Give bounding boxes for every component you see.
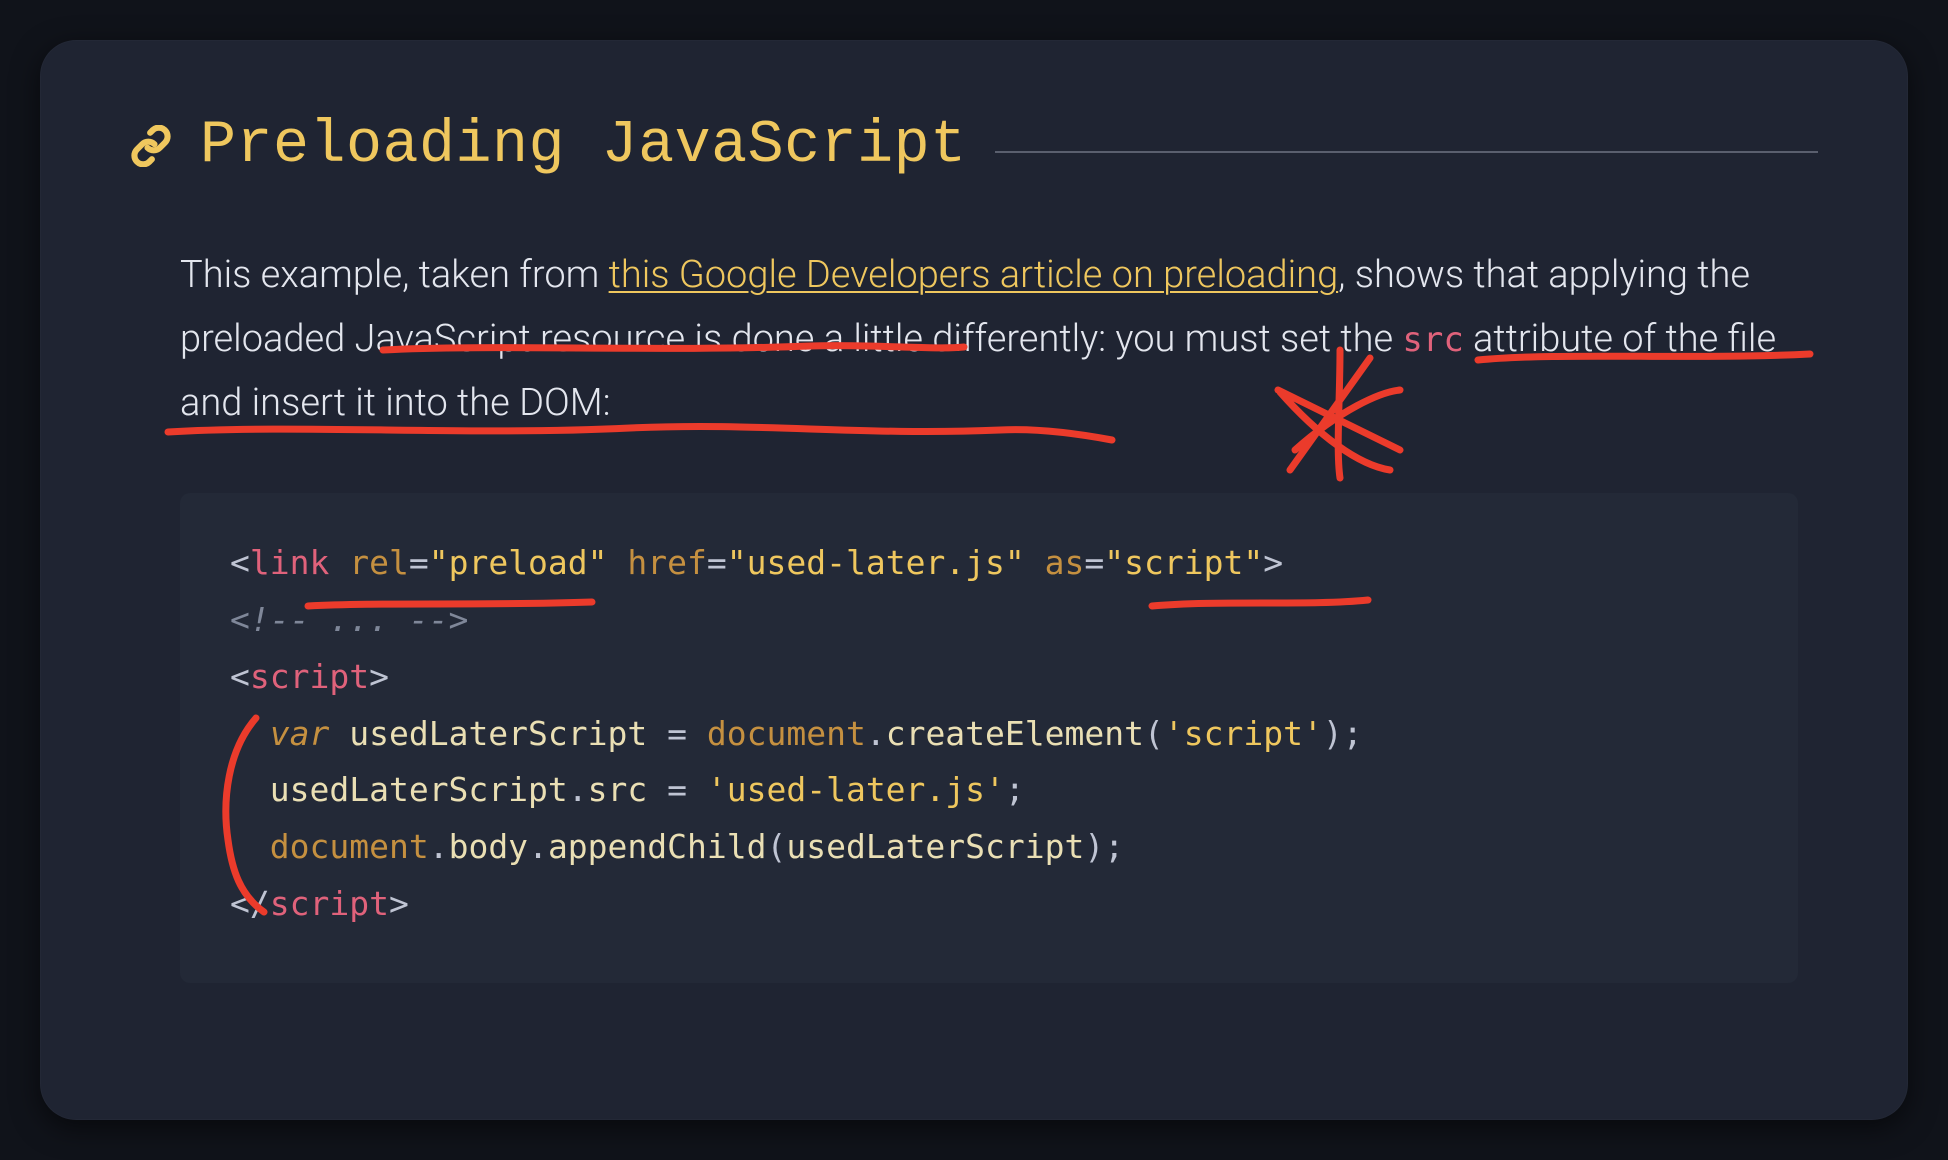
punct: = (1084, 543, 1104, 582)
indent (230, 827, 270, 866)
fn-appendChild: appendChild (548, 827, 767, 866)
space (687, 770, 707, 809)
obj-document: document (707, 714, 866, 753)
punct: ; (1005, 770, 1025, 809)
space (1025, 543, 1045, 582)
val-preload: "preload" (429, 543, 608, 582)
val-href: "used-later.js" (727, 543, 1025, 582)
section-title: Preloading JavaScript (200, 112, 967, 180)
heading-rule (995, 151, 1818, 153)
punct: ( (1144, 714, 1164, 753)
punct: . (528, 827, 548, 866)
section-body: This example, taken from this Google Dev… (180, 244, 1798, 983)
tag-link: link (250, 543, 329, 582)
prop-body: body (449, 827, 528, 866)
punct: > (389, 884, 409, 923)
kw-var: var (270, 714, 330, 753)
space (608, 543, 628, 582)
punct: . (866, 714, 886, 753)
space (329, 543, 349, 582)
obj-document: document (270, 827, 429, 866)
punct: < (230, 543, 250, 582)
space (687, 714, 707, 753)
space (647, 770, 667, 809)
space (647, 714, 667, 753)
punct: ) (1084, 827, 1104, 866)
tag-script-open: script (250, 657, 369, 696)
google-developers-link[interactable]: this Google Developers article on preloa… (609, 253, 1339, 297)
punct: = (707, 543, 727, 582)
link-icon[interactable] (130, 125, 172, 167)
fn-createElement: createElement (886, 714, 1144, 753)
attr-rel: rel (349, 543, 409, 582)
punct: ; (1343, 714, 1363, 753)
article-card: Preloading JavaScript This example, take… (40, 40, 1908, 1120)
punct: > (369, 657, 389, 696)
ident: usedLaterScript (270, 770, 568, 809)
space (329, 714, 349, 753)
code-block: <link rel="preload" href="used-later.js"… (180, 493, 1798, 982)
indent (230, 714, 270, 753)
page: Preloading JavaScript This example, take… (0, 0, 1948, 1160)
val-script: "script" (1104, 543, 1263, 582)
punct: = (409, 543, 429, 582)
indent (230, 770, 270, 809)
tag-script-close: script (270, 884, 389, 923)
punct: . (568, 770, 588, 809)
ident: usedLaterScript (349, 714, 647, 753)
prop-src: src (588, 770, 648, 809)
str-script: 'script' (1164, 714, 1323, 753)
inline-code-src: src (1402, 320, 1463, 360)
punct: ; (1104, 827, 1124, 866)
punct: = (667, 770, 687, 809)
arg-ident: usedLaterScript (786, 827, 1084, 866)
attr-href: href (627, 543, 706, 582)
str-used-later: 'used-later.js' (707, 770, 1005, 809)
punct: < (230, 657, 250, 696)
punct: = (667, 714, 687, 753)
punct: . (429, 827, 449, 866)
punct: ( (766, 827, 786, 866)
punct: </ (230, 884, 270, 923)
punct: ) (1323, 714, 1343, 753)
intro-paragraph: This example, taken from this Google Dev… (180, 244, 1798, 435)
punct: > (1263, 543, 1283, 582)
text: This example, taken from (180, 253, 609, 297)
heading-row: Preloading JavaScript (130, 112, 1818, 180)
attr-as: as (1045, 543, 1085, 582)
comment: <!-- ... --> (230, 600, 468, 639)
